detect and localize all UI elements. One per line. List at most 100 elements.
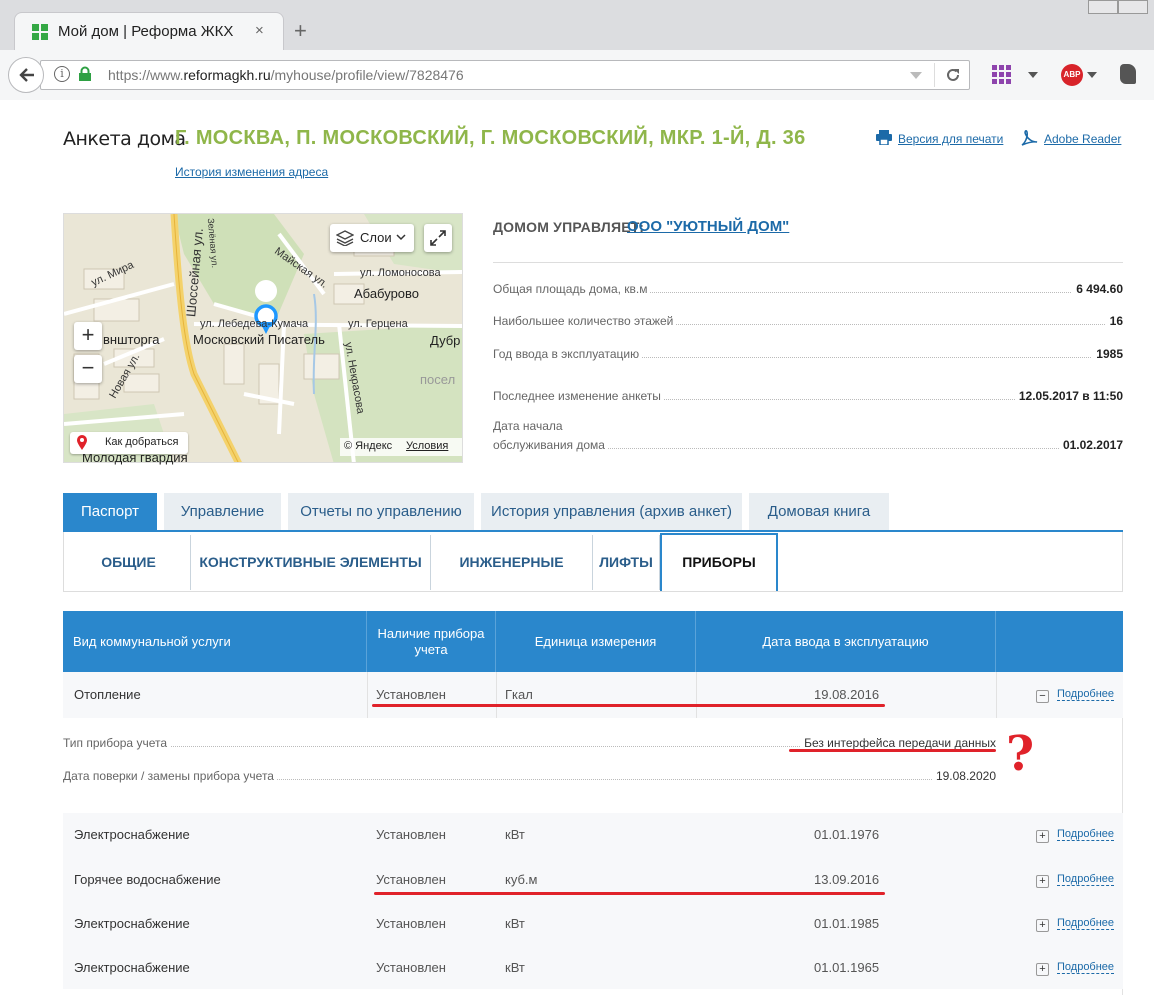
- cell-unit: кВт: [505, 960, 525, 975]
- info-value: 6 494.60: [1072, 282, 1123, 296]
- divider: [493, 262, 1123, 263]
- adblock-icon[interactable]: ABP: [1061, 64, 1083, 86]
- map-route-button[interactable]: Как добраться: [70, 432, 188, 454]
- cell-date: 01.01.1965: [814, 960, 880, 975]
- map-marker-icon: [77, 435, 87, 450]
- annotation-underline: [789, 749, 996, 752]
- tab-management-history[interactable]: История управления (архив анкет): [481, 493, 742, 531]
- more-details-link[interactable]: Подробнее: [1057, 828, 1115, 841]
- expand-icon: [430, 230, 446, 246]
- detail-row-verification: Дата поверки / замены прибора учета 19.0…: [63, 764, 996, 783]
- annotation-underline: [372, 704, 885, 707]
- chevron-down-icon: [396, 234, 406, 241]
- management-company-link[interactable]: ООО "УЮТНЫЙ ДОМ": [627, 218, 789, 235]
- map-copyright: © Яндекс Условия: [340, 438, 462, 456]
- map-label: ул. Герцена: [348, 318, 408, 330]
- map-zoom-out-button[interactable]: −: [74, 355, 102, 383]
- expand-plus-icon: +: [1036, 963, 1049, 976]
- cell-unit: кВт: [505, 916, 525, 931]
- more-details-toggle[interactable]: + Подробнее: [1036, 917, 1115, 932]
- info-row-floors: Наибольшее количество этажей 16: [493, 307, 1123, 328]
- layers-icon: [336, 230, 354, 246]
- subtab-general[interactable]: ОБЩИЕ СВЕДЕНИЯ: [67, 535, 191, 625]
- address-history-link[interactable]: История изменения адреса: [175, 165, 328, 179]
- site-favicon-icon: [32, 24, 48, 40]
- browser-tab-title: Мой дом | Реформа ЖКХ: [58, 23, 234, 40]
- map-copyright-text: © Яндекс: [344, 440, 393, 452]
- detail-row-meter-type: Тип прибора учета Без интерфейса передач…: [63, 731, 996, 750]
- url-text[interactable]: https://www.reformagkh.ru/myhouse/profil…: [108, 67, 464, 83]
- url-dropdown-icon[interactable]: [910, 72, 922, 79]
- adobe-reader-icon[interactable]: [1020, 129, 1038, 152]
- tab-management[interactable]: Управление: [164, 493, 281, 531]
- info-label: Общая площадь дома, кв.м: [493, 282, 650, 296]
- tab-passport[interactable]: Паспорт: [63, 493, 157, 531]
- apps-dropdown-icon[interactable]: [1028, 72, 1038, 78]
- info-icon[interactable]: i: [54, 66, 70, 82]
- info-value: 16: [1105, 314, 1123, 328]
- map-label: ул. Ломоносова: [360, 267, 441, 279]
- expand-plus-icon: +: [1036, 875, 1049, 888]
- more-details-toggle[interactable]: − Подробнее: [1036, 688, 1115, 703]
- map-terms-link[interactable]: Условия: [406, 440, 448, 452]
- info-row-year: Год ввода в эксплуатацию 1985: [493, 340, 1123, 361]
- house-address: Г. МОСКВА, П. МОСКОВСКИЙ, Г. МОСКОВСКИЙ,…: [175, 127, 806, 149]
- map-fullscreen-button[interactable]: [424, 224, 452, 252]
- tab-reports[interactable]: Отчеты по управлению: [288, 493, 474, 531]
- apps-grid-icon[interactable]: [992, 65, 1012, 90]
- expand-plus-icon: +: [1036, 830, 1049, 843]
- more-details-link[interactable]: Подробнее: [1057, 873, 1115, 886]
- management-label: ДОМОМ УПРАВЛЯЕТ:: [493, 219, 645, 235]
- more-details-toggle[interactable]: + Подробнее: [1036, 961, 1115, 976]
- info-label: обслуживания дома: [493, 438, 607, 452]
- expand-plus-icon: +: [1036, 919, 1049, 932]
- new-tab-button[interactable]: +: [294, 18, 307, 44]
- page-title: Анкета дома: [63, 128, 186, 150]
- reload-icon[interactable]: [944, 66, 962, 89]
- more-details-toggle[interactable]: + Подробнее: [1036, 873, 1115, 888]
- map-label: ул. Лебедева-Кумача: [200, 318, 309, 330]
- more-details-link[interactable]: Подробнее: [1057, 961, 1115, 974]
- back-arrow-icon: [19, 68, 34, 82]
- tab-house-book[interactable]: Домовая книга: [749, 493, 889, 531]
- map-label: Московский Писатель: [193, 332, 325, 347]
- info-row-service-start: обслуживания дома 01.02.2017: [493, 431, 1123, 452]
- cell-date: 19.08.2016: [814, 687, 880, 702]
- cell-service: Отопление: [74, 687, 141, 702]
- map-zoom-in-button[interactable]: +: [74, 322, 102, 350]
- collapse-icon: −: [1036, 690, 1049, 703]
- info-label: Наибольшее количество этажей: [493, 314, 676, 328]
- table-row: [63, 901, 1123, 945]
- annotation-underline: [374, 892, 885, 895]
- evernote-icon[interactable]: [1120, 64, 1136, 84]
- subtab-meters[interactable]: ПРИБОРЫ УЧЕТА: [660, 533, 778, 625]
- map-label: Абабурово: [354, 286, 420, 301]
- lock-icon: [78, 66, 92, 87]
- detail-label: Тип прибора учета: [63, 736, 171, 750]
- info-row-last-change: Последнее изменение анкеты 12.05.2017 в …: [493, 382, 1123, 403]
- more-details-link[interactable]: Подробнее: [1057, 917, 1115, 930]
- cell-service: Электроснабжение: [74, 827, 190, 842]
- more-details-link[interactable]: Подробнее: [1057, 688, 1115, 701]
- annotation-question-mark: ?: [1006, 726, 1035, 782]
- subtab-engineering[interactable]: ИНЖЕНЕРНЫЕ СИСТЕМЫ: [431, 535, 593, 625]
- tab-close-icon[interactable]: ×: [255, 22, 264, 39]
- subtab-elevators[interactable]: ЛИФТЫ: [593, 535, 660, 590]
- cell-date: 01.01.1976: [814, 827, 880, 842]
- print-version-link[interactable]: Версия для печати: [898, 132, 1003, 146]
- map-layers-button[interactable]: Слои: [330, 224, 414, 252]
- map-label: посел: [420, 372, 456, 387]
- column-header-unit: Единица измерения: [496, 611, 696, 672]
- cell-service: Электроснабжение: [74, 916, 190, 931]
- cell-unit: куб.м: [505, 872, 538, 887]
- adobe-reader-link[interactable]: Adobe Reader: [1044, 132, 1121, 146]
- more-details-toggle[interactable]: + Подробнее: [1036, 828, 1115, 843]
- subtab-structural[interactable]: КОНСТРУКТИВНЫЕ ЭЛЕМЕНТЫ ДОМА: [191, 535, 431, 625]
- printer-icon[interactable]: [876, 130, 892, 150]
- adblock-dropdown-icon[interactable]: [1087, 72, 1097, 78]
- window-controls[interactable]: [1082, 0, 1154, 16]
- cell-status: Установлен: [376, 916, 446, 931]
- back-button[interactable]: [8, 57, 44, 93]
- info-row-area: Общая площадь дома, кв.м 6 494.60: [493, 275, 1123, 296]
- column-header-meter: Наличие прибора учета: [367, 611, 496, 672]
